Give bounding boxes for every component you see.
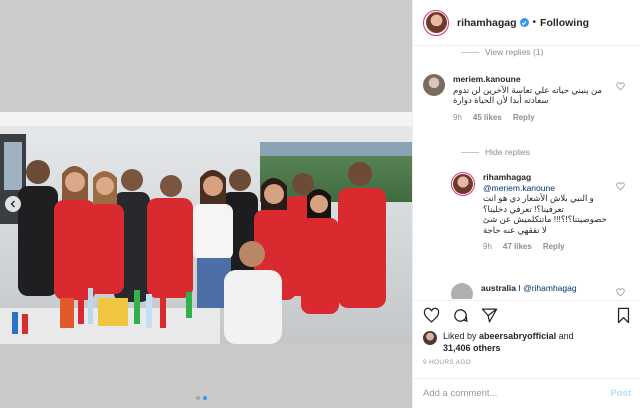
likes-others-count[interactable]: 31,406 others (443, 343, 501, 353)
comment-button[interactable] (452, 307, 469, 324)
reply-author-avatar[interactable] (451, 172, 475, 196)
reply-item: rihamhagag @meriem.kanoune و النبي بلاش … (451, 172, 621, 253)
post-actions-bar (413, 300, 640, 330)
comment-username[interactable]: australia (481, 283, 516, 293)
carousel-dot (196, 396, 200, 400)
comment-time[interactable]: 9h (453, 113, 462, 124)
heart-icon (423, 307, 440, 323)
author-avatar[interactable] (423, 9, 449, 36)
comment-text: من ينبني حياته علي تعاسة الآخرين لن تدوم… (453, 84, 602, 106)
group-photo-illustration (0, 112, 412, 344)
carousel-prev-button[interactable] (5, 196, 21, 212)
reply-username[interactable]: rihamhagag (483, 172, 531, 182)
share-icon (481, 308, 498, 323)
bookmark-icon (617, 307, 630, 324)
carousel-indicator (196, 396, 207, 400)
likes-joiner: and (558, 331, 574, 341)
commenter-avatar[interactable] (423, 74, 445, 96)
comment-item: meriem.kanoune من ينبني حياته علي تعاسة … (423, 74, 619, 123)
comment-like-heart-icon[interactable] (616, 288, 625, 297)
comment-input[interactable] (423, 388, 611, 399)
group-photo (0, 112, 412, 344)
post-sidebar: rihamhagag • Following View replies (1) … (412, 0, 640, 408)
post-header: rihamhagag • Following (413, 0, 640, 46)
liker-avatar[interactable] (423, 331, 437, 345)
comment-item: australia I @rihamhagag (451, 283, 621, 299)
post-timestamp[interactable]: 9 HOURS AGO (423, 359, 471, 366)
comment-username[interactable]: meriem.kanoune (453, 74, 521, 84)
comments-list: View replies (1) meriem.kanoune من ينبني… (413, 47, 640, 299)
comment-icon (454, 309, 468, 323)
view-replies-button[interactable]: View replies (1) (461, 47, 543, 57)
share-button[interactable] (481, 307, 498, 324)
reply-mention-link[interactable]: @meriem.kanoune (483, 183, 555, 193)
photo-letterbox-top (0, 0, 412, 112)
reply-likes[interactable]: 47 likes (503, 242, 532, 253)
following-button[interactable]: Following (540, 17, 589, 29)
divider (461, 51, 479, 53)
comment-text: I @rihamhagag (518, 283, 577, 293)
reply-like-heart-icon[interactable] (616, 182, 625, 191)
likes-prefix: Liked by (443, 331, 477, 341)
save-button[interactable] (616, 307, 631, 324)
divider (461, 151, 479, 153)
hide-replies-label: Hide replies (485, 147, 530, 157)
comment-like-heart-icon[interactable] (616, 82, 625, 91)
carousel-dot-active (203, 396, 207, 400)
liker-username[interactable]: abeersabryofficial (479, 331, 556, 341)
reply-button[interactable]: Reply (513, 113, 535, 124)
comment-likes[interactable]: 45 likes (473, 113, 502, 124)
add-comment-bar: Post (413, 378, 640, 408)
author-username[interactable]: rihamhagag (457, 17, 517, 29)
view-replies-label: View replies (1) (485, 47, 544, 57)
commenter-avatar[interactable] (451, 283, 473, 299)
header-separator: • (532, 17, 537, 28)
like-button[interactable] (423, 307, 440, 324)
reply-text: و النبي بلاش الأشعار دي هو انت تعرفينا؟!… (483, 193, 607, 235)
hide-replies-button[interactable]: Hide replies (461, 147, 530, 157)
post-comment-button[interactable]: Post (610, 388, 631, 399)
chevron-left-icon (10, 200, 15, 208)
post-media (0, 0, 412, 408)
verified-badge-icon (519, 18, 529, 27)
reply-reply-button[interactable]: Reply (543, 242, 565, 253)
reply-time[interactable]: 9h (483, 242, 492, 253)
likes-summary: Liked by abeersabryofficial and 31,406 o… (423, 330, 633, 354)
